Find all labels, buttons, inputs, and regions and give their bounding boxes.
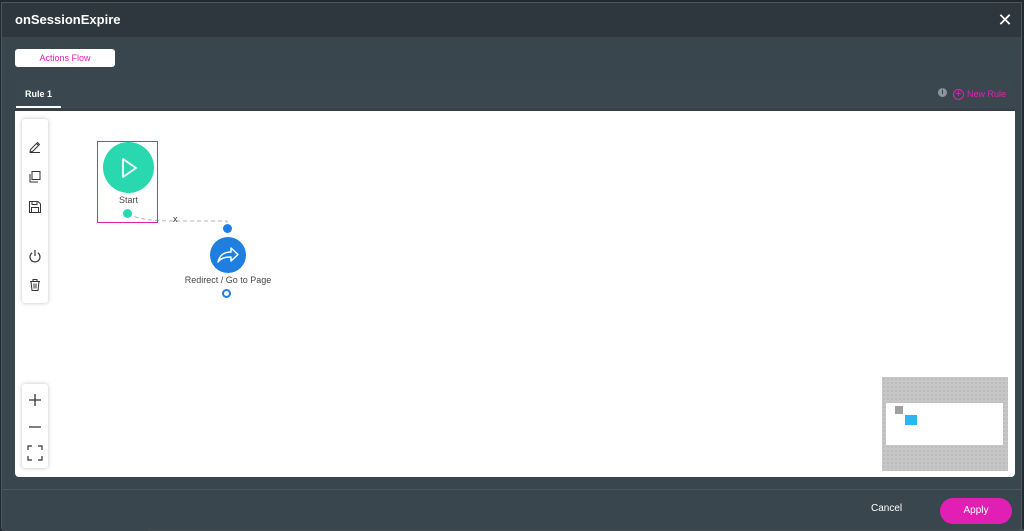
pencil-icon[interactable]: [25, 137, 45, 157]
redirect-output-port[interactable]: [222, 289, 231, 298]
cancel-button[interactable]: Cancel: [871, 503, 902, 514]
minimap[interactable]: [882, 377, 1008, 471]
start-output-port[interactable]: [123, 209, 132, 218]
add-circle-icon: +: [952, 88, 964, 100]
minimap-start-node: [895, 406, 903, 414]
close-icon[interactable]: ✕: [995, 10, 1015, 30]
tab-actions-flow[interactable]: Actions Flow: [15, 49, 115, 67]
zoom-out-icon[interactable]: [25, 417, 45, 437]
connector-line: [127, 213, 228, 228]
rules-panel: Rule 1 i + New Rule Start x Redirect / G…: [15, 79, 1015, 477]
tab-rule-1[interactable]: Rule 1: [16, 80, 61, 108]
zoom-controls: [22, 384, 48, 468]
power-icon[interactable]: [25, 246, 45, 266]
copy-icon[interactable]: [25, 167, 45, 187]
actions-flow-dialog: onSessionExpire ✕ Actions Flow Rule 1 i …: [1, 2, 1022, 531]
connector-delete[interactable]: x: [173, 214, 178, 224]
rule-tabs-bar: Rule 1 i + New Rule: [15, 79, 1015, 109]
trash-icon[interactable]: [25, 275, 45, 295]
node-toolbar: [22, 119, 48, 303]
redirect-node-label: Redirect / Go to Page: [184, 275, 272, 285]
redirect-node[interactable]: [210, 237, 246, 273]
dialog-title-bar: onSessionExpire ✕: [2, 3, 1021, 37]
apply-button[interactable]: Apply: [940, 498, 1012, 524]
save-icon[interactable]: [25, 197, 45, 217]
play-icon: [121, 157, 137, 178]
dialog-footer: Cancel Apply: [2, 489, 1021, 531]
new-rule-button[interactable]: + New Rule: [952, 86, 1006, 102]
minimap-viewport: [886, 403, 1003, 445]
flow-canvas[interactable]: Start x Redirect / Go to Page: [15, 111, 1015, 477]
dialog-title: onSessionExpire: [15, 12, 121, 27]
new-rule-label: New Rule: [966, 89, 1006, 99]
zoom-in-icon[interactable]: [25, 390, 45, 410]
start-node-label: Start: [118, 195, 138, 205]
minimap-redirect-node: [905, 415, 917, 425]
share-arrow-icon: [217, 247, 239, 263]
info-icon[interactable]: i: [938, 88, 947, 97]
start-node[interactable]: [103, 142, 154, 193]
redirect-input-port[interactable]: [223, 224, 232, 233]
fit-screen-icon[interactable]: [25, 443, 45, 463]
